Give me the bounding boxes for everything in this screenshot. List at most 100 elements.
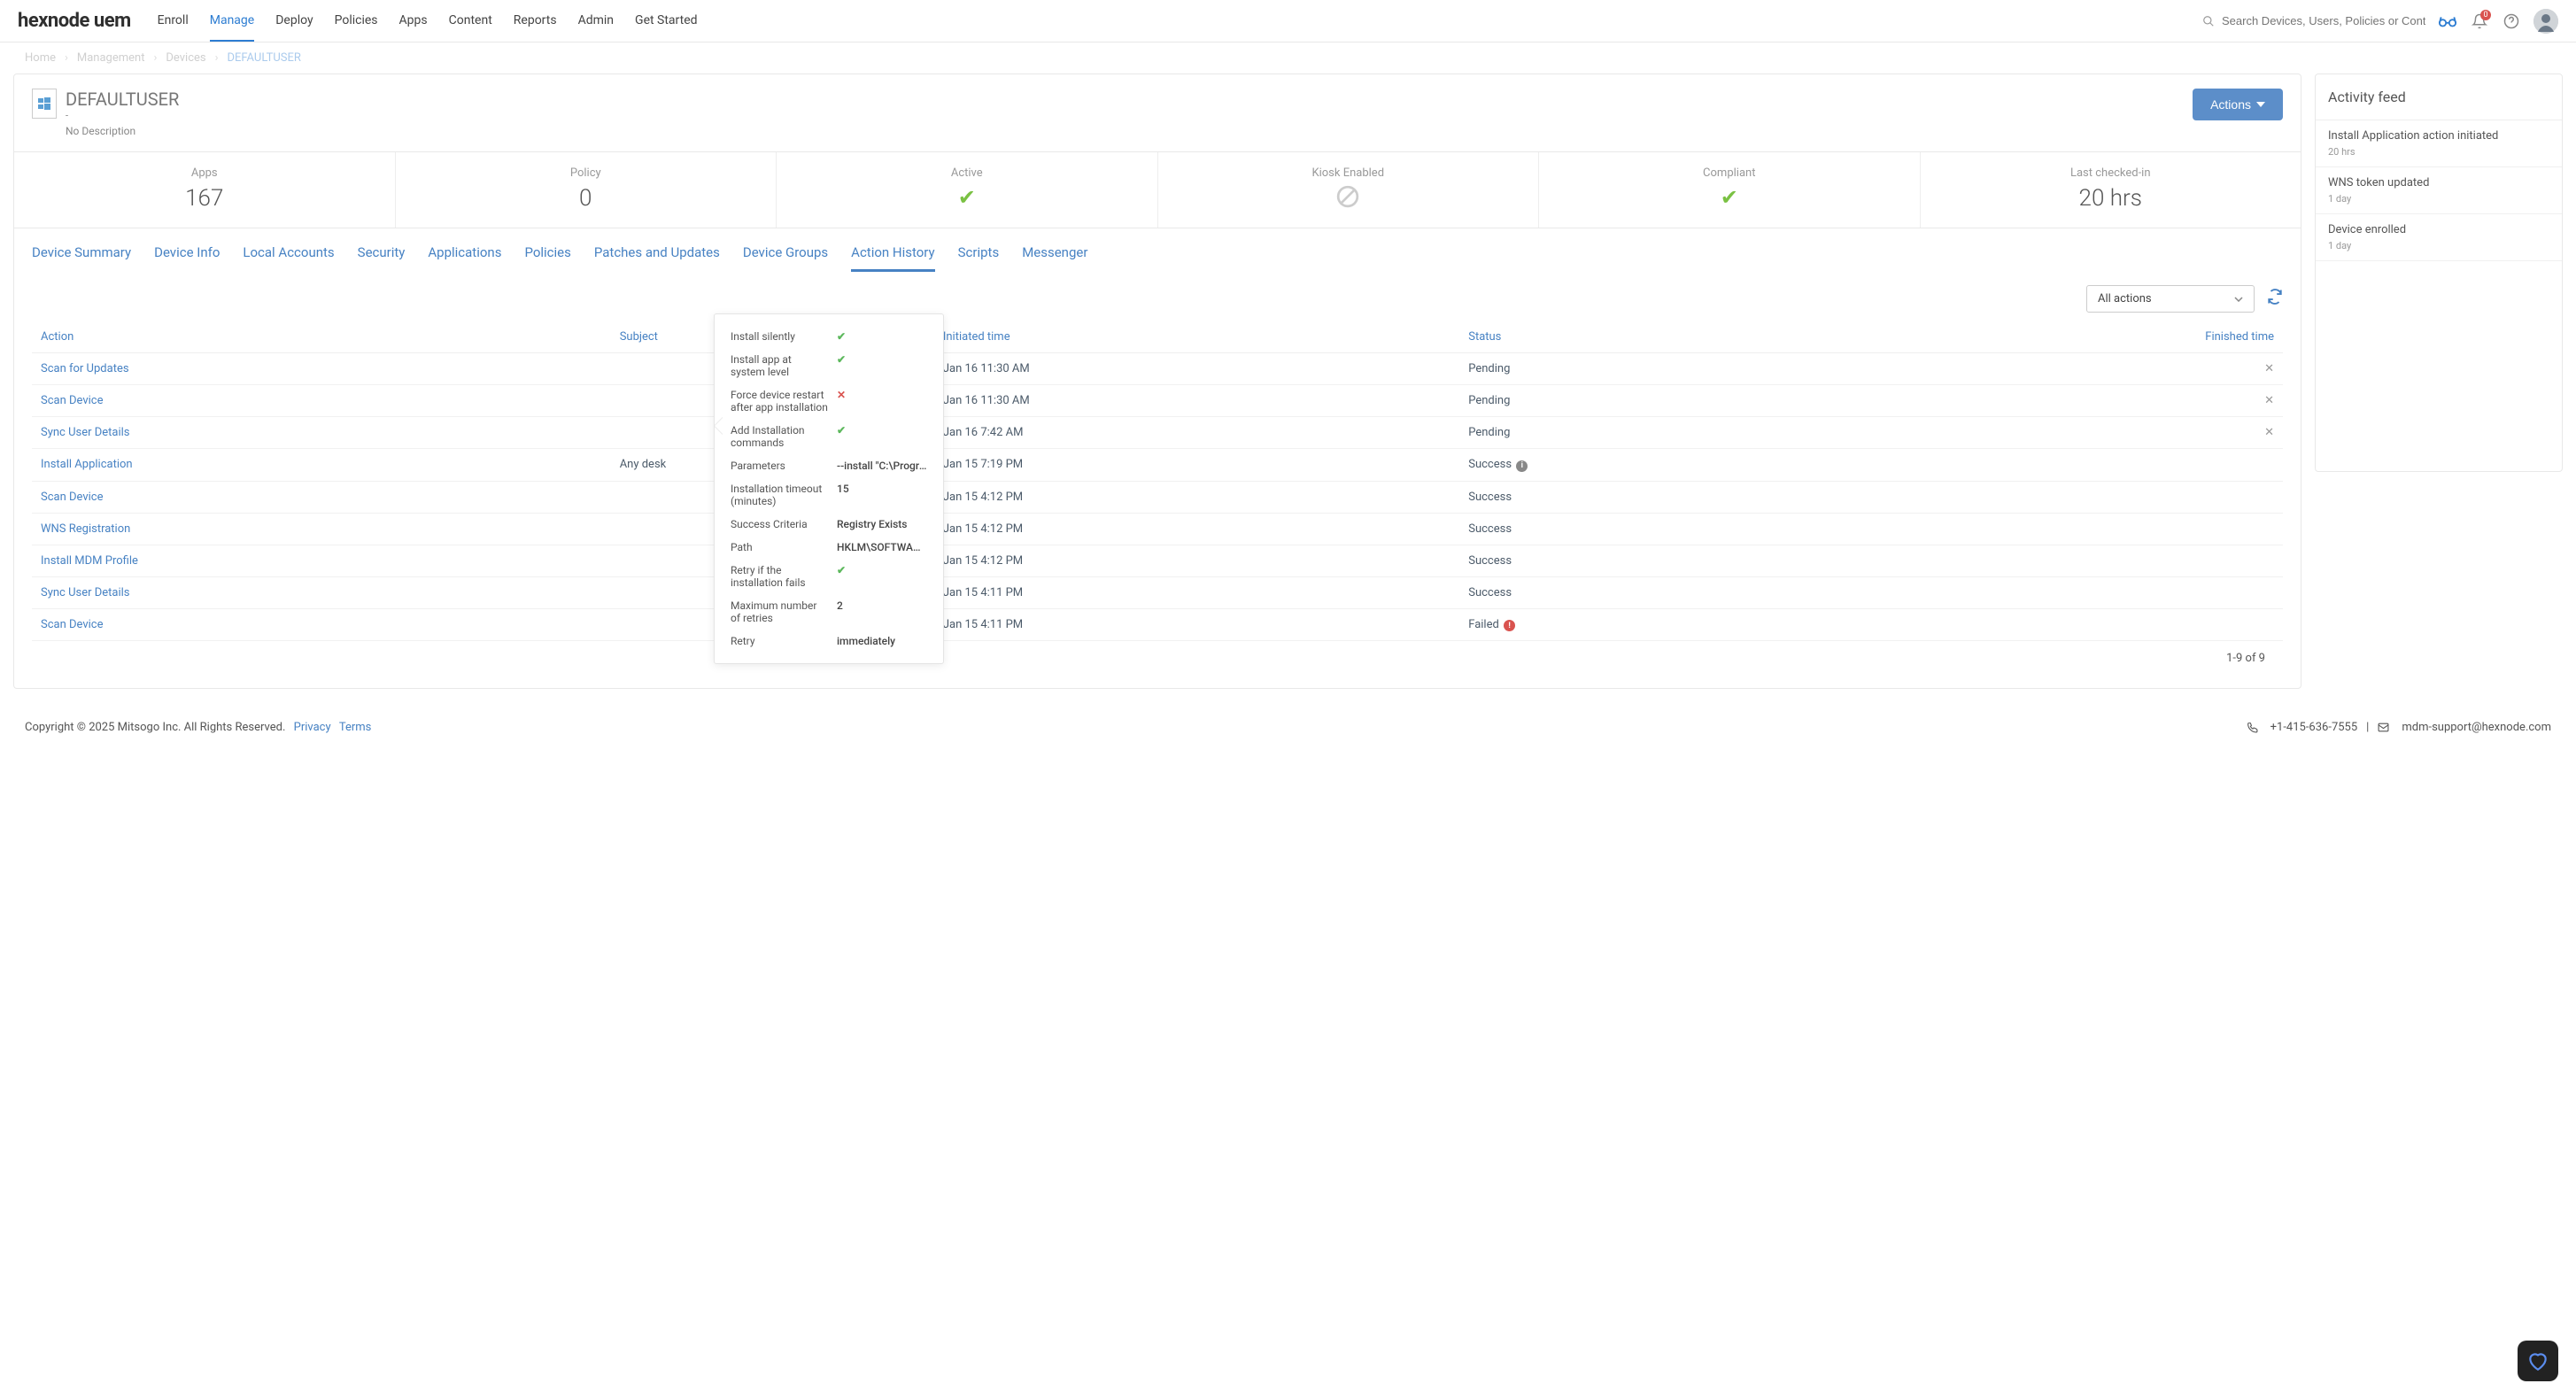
popover-row: Retry if the installation fails✔ — [715, 559, 943, 594]
kpi-row: Apps167Policy0Active✔Kiosk EnabledCompli… — [14, 151, 2301, 228]
cell-finished: ✕ — [1847, 417, 2283, 449]
check-icon: ✔ — [837, 330, 846, 343]
popover-row: Add Installation commands✔ — [715, 419, 943, 454]
table-row: WNS RegistrationJan 15 4:12 PMSuccess — [32, 513, 2283, 545]
search-input[interactable] — [2222, 14, 2425, 27]
cell-status: Pending — [1459, 385, 1847, 417]
caret-down-icon — [2256, 102, 2265, 107]
nav-tab-policies[interactable]: Policies — [335, 1, 378, 42]
popover-row: Retryimmediately — [715, 630, 943, 653]
breadcrumb-devices[interactable]: Devices — [166, 51, 205, 65]
windows-device-icon — [32, 89, 57, 119]
actions-button[interactable]: Actions — [2193, 89, 2283, 120]
device-name: DEFAULTUSER — [66, 89, 179, 110]
table-row: Install MDM ProfileJan 15 4:12 PMSuccess — [32, 545, 2283, 576]
cancel-action-icon[interactable]: ✕ — [2264, 426, 2274, 439]
table-row: Scan DeviceJan 16 11:30 AMPending✕ — [32, 385, 2283, 417]
cell-finished: ✕ — [1847, 385, 2283, 417]
cell-action[interactable]: Scan Device — [32, 481, 611, 513]
nav-tab-manage[interactable]: Manage — [210, 1, 254, 42]
nav-tab-enroll[interactable]: Enroll — [158, 1, 189, 42]
cell-initiated: Jan 15 7:19 PM — [934, 449, 1459, 482]
sub-tab-security[interactable]: Security — [358, 244, 406, 272]
sub-tab-device-summary[interactable]: Device Summary — [32, 244, 131, 272]
cell-finished — [1847, 481, 2283, 513]
cell-initiated: Jan 16 11:30 AM — [934, 353, 1459, 385]
cell-action[interactable]: Scan Device — [32, 608, 611, 641]
sub-tab-device-groups[interactable]: Device Groups — [743, 244, 828, 272]
col-action[interactable]: Action — [32, 321, 611, 353]
sub-tab-scripts[interactable]: Scripts — [958, 244, 1000, 272]
cell-action[interactable]: WNS Registration — [32, 513, 611, 545]
sub-tab-action-history[interactable]: Action History — [851, 244, 934, 272]
chevron-down-icon — [2234, 297, 2243, 302]
breadcrumb: Home › Management › Devices › DEFAULTUSE… — [0, 43, 2576, 73]
table-row: Scan Device Jan 15 4:11 PMFailed ! — [32, 608, 2283, 641]
nav-tab-deploy[interactable]: Deploy — [275, 1, 313, 42]
nav-tab-get-started[interactable]: Get Started — [635, 1, 698, 42]
brand-logo: hexnode uem — [18, 10, 131, 32]
cell-status: Success i — [1459, 449, 1847, 482]
col-status[interactable]: Status — [1459, 321, 1847, 353]
popover-row: Maximum number of retries2 — [715, 594, 943, 630]
nav-tab-admin[interactable]: Admin — [578, 1, 614, 42]
nav-tab-apps[interactable]: Apps — [399, 1, 428, 42]
sub-tab-policies[interactable]: Policies — [524, 244, 570, 272]
footer-phone[interactable]: +1-415-636-7555 — [2270, 721, 2358, 734]
cell-initiated: Jan 15 4:12 PM — [934, 513, 1459, 545]
action-history-table: ActionSubjectInitiated timeStatusFinishe… — [32, 321, 2283, 641]
sub-tab-applications[interactable]: Applications — [428, 244, 501, 272]
col-finished-time[interactable]: Finished time — [1847, 321, 2283, 353]
cell-finished — [1847, 545, 2283, 576]
sub-tab-messenger[interactable]: Messenger — [1022, 244, 1087, 272]
glasses-icon[interactable] — [2438, 12, 2457, 31]
activity-feed-title: Activity feed — [2316, 74, 2562, 120]
breadcrumb-home[interactable]: Home — [25, 51, 56, 65]
sub-tab-device-info[interactable]: Device Info — [154, 244, 220, 272]
cell-status: Pending — [1459, 417, 1847, 449]
col-initiated-time[interactable]: Initiated time — [934, 321, 1459, 353]
breadcrumb-mgmt[interactable]: Management — [77, 51, 145, 65]
help-icon[interactable] — [2502, 12, 2521, 31]
cell-action[interactable]: Scan for Updates — [32, 353, 611, 385]
activity-item[interactable]: WNS token updated1 day — [2316, 167, 2562, 214]
bell-icon[interactable]: 0 — [2470, 12, 2489, 31]
check-icon: ✔ — [837, 424, 846, 437]
cell-action[interactable]: Install Application — [32, 449, 611, 482]
cell-initiated: Jan 15 4:11 PM — [934, 608, 1459, 641]
cell-action[interactable]: Sync User Details — [32, 576, 611, 608]
activity-item[interactable]: Device enrolled1 day — [2316, 214, 2562, 261]
global-search[interactable] — [2202, 14, 2425, 27]
filter-dropdown[interactable]: All actions — [2086, 285, 2255, 313]
cell-initiated: Jan 15 4:12 PM — [934, 545, 1459, 576]
cell-status: Failed ! — [1459, 608, 1847, 641]
notification-badge: 0 — [2480, 10, 2491, 20]
sub-tab-patches-and-updates[interactable]: Patches and Updates — [594, 244, 720, 272]
cancel-action-icon[interactable]: ✕ — [2264, 362, 2274, 375]
terms-link[interactable]: Terms — [339, 721, 372, 734]
nav-tab-reports[interactable]: Reports — [514, 1, 557, 42]
install-details-popover: Install silently✔Install app at system l… — [714, 313, 944, 664]
sub-tab-local-accounts[interactable]: Local Accounts — [243, 244, 334, 272]
nav-tab-content[interactable]: Content — [449, 1, 492, 42]
device-card: DEFAULTUSER - No Description Actions App… — [13, 73, 2301, 689]
info-icon[interactable]: i — [1516, 460, 1528, 472]
chat-widget-button[interactable] — [2518, 1341, 2558, 1381]
cell-action[interactable]: Sync User Details — [32, 417, 611, 449]
cell-action[interactable]: Scan Device — [32, 385, 611, 417]
user-avatar[interactable] — [2533, 9, 2558, 34]
kpi-kiosk-enabled: Kiosk Enabled — [1158, 152, 1540, 228]
top-navigation: hexnode uem Enroll Manage Deploy Policies Ap… — [0, 0, 2576, 43]
error-icon[interactable]: ! — [1504, 620, 1515, 631]
breadcrumb-current: DEFAULTUSER — [228, 51, 301, 65]
privacy-link[interactable]: Privacy — [294, 721, 331, 734]
footer-email[interactable]: mdm-support@hexnode.com — [2402, 721, 2551, 734]
cell-finished — [1847, 513, 2283, 545]
nav-tabs: Enroll Manage Deploy Policies Apps Content Rep… — [158, 1, 2202, 42]
refresh-icon[interactable] — [2267, 289, 2283, 309]
check-icon: ✔ — [837, 353, 846, 366]
cell-initiated: Jan 15 4:11 PM — [934, 576, 1459, 608]
cell-action[interactable]: Install MDM Profile — [32, 545, 611, 576]
activity-item[interactable]: Install Application action initiated20 h… — [2316, 120, 2562, 167]
cancel-action-icon[interactable]: ✕ — [2264, 394, 2274, 407]
